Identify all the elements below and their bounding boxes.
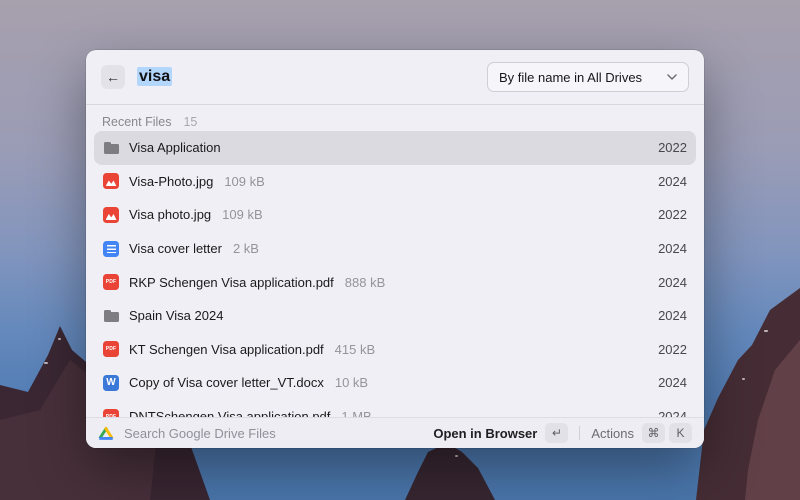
image-icon — [103, 173, 119, 189]
file-year: 2024 — [658, 275, 687, 290]
file-row[interactable]: PDF DNTSchengen Visa application.pdf 1 M… — [94, 400, 696, 417]
footer-source-label: Search Google Drive Files — [124, 426, 276, 441]
google-drive-icon — [98, 426, 114, 440]
folder-icon — [103, 140, 119, 156]
file-name: Visa photo.jpg — [129, 207, 211, 222]
file-year: 2024 — [658, 375, 687, 390]
gdoc-icon — [103, 241, 119, 257]
back-arrow-icon: ← — [106, 69, 120, 85]
file-name: Spain Visa 2024 — [129, 308, 223, 323]
scope-filter-label: By file name in All Drives — [499, 70, 642, 85]
file-name: DNTSchengen Visa application.pdf — [129, 409, 330, 417]
folder-icon — [103, 308, 119, 324]
file-size: 415 kB — [335, 342, 375, 357]
search-input[interactable]: visa — [137, 68, 487, 86]
file-row[interactable]: W Copy of Visa cover letter_VT.docx 10 k… — [94, 366, 696, 400]
file-name: Copy of Visa cover letter_VT.docx — [129, 375, 324, 390]
command-key-icon: ⌘ — [642, 423, 665, 443]
return-key-icon: ↵ — [545, 423, 568, 443]
file-size: 109 kB — [224, 174, 264, 189]
back-button[interactable]: ← — [101, 65, 125, 89]
file-year: 2022 — [658, 342, 687, 357]
section-title: Recent Files — [102, 115, 171, 129]
file-name: Visa cover letter — [129, 241, 222, 256]
open-in-browser-button[interactable]: Open in Browser — [433, 426, 537, 441]
pdf-icon: PDF — [103, 409, 119, 417]
section-count: 15 — [183, 115, 197, 129]
actions-button[interactable]: Actions — [591, 426, 634, 441]
pdf-icon: PDF — [103, 274, 119, 290]
file-row[interactable]: Visa-Photo.jpg 109 kB 2024 — [94, 165, 696, 199]
file-size: 888 kB — [345, 275, 385, 290]
search-bar: ← visa By file name in All Drives — [86, 50, 704, 104]
file-row[interactable]: PDF KT Schengen Visa application.pdf 415… — [94, 333, 696, 367]
searchbar-divider — [86, 104, 704, 105]
footer-actions: Open in Browser ↵ Actions ⌘ K — [433, 423, 692, 443]
file-row[interactable]: Spain Visa 2024 2024 — [94, 299, 696, 333]
pdf-icon: PDF — [103, 341, 119, 357]
scope-filter-dropdown[interactable]: By file name in All Drives — [487, 62, 689, 92]
file-year: 2022 — [658, 207, 687, 222]
file-name: KT Schengen Visa application.pdf — [129, 342, 324, 357]
search-query-selected-text: visa — [137, 67, 172, 86]
section-header: Recent Files 15 — [102, 114, 688, 129]
file-year: 2024 — [658, 308, 687, 323]
file-year: 2024 — [658, 174, 687, 189]
file-row[interactable]: Visa Application 2022 — [94, 131, 696, 165]
file-row[interactable]: Visa cover letter 2 kB 2024 — [94, 232, 696, 266]
file-year: 2024 — [658, 241, 687, 256]
file-size: 10 kB — [335, 375, 368, 390]
image-icon — [103, 207, 119, 223]
file-year: 2024 — [658, 409, 687, 417]
word-icon: W — [103, 375, 119, 391]
file-name: Visa-Photo.jpg — [129, 174, 213, 189]
file-name: RKP Schengen Visa application.pdf — [129, 275, 334, 290]
file-year: 2022 — [658, 140, 687, 155]
footer-divider — [579, 426, 580, 440]
drive-search-window: ← visa By file name in All Drives Recent… — [86, 50, 704, 448]
chevron-down-icon — [667, 74, 677, 80]
file-size: 2 kB — [233, 241, 259, 256]
file-list: Visa Application 2022 Visa-Photo.jpg 109… — [86, 131, 704, 417]
footer: Search Google Drive Files Open in Browse… — [86, 417, 704, 448]
file-name: Visa Application — [129, 140, 221, 155]
file-size: 1 MB — [341, 409, 371, 417]
file-row[interactable]: PDF RKP Schengen Visa application.pdf 88… — [94, 265, 696, 299]
file-size: 109 kB — [222, 207, 262, 222]
k-key-icon: K — [669, 423, 692, 443]
file-row[interactable]: Visa photo.jpg 109 kB 2022 — [94, 198, 696, 232]
